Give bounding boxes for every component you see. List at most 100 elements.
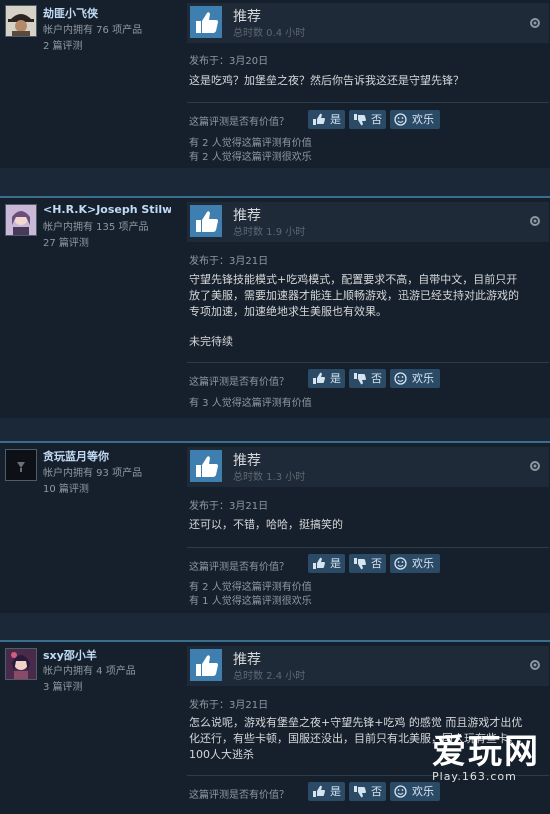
product-count[interactable]: 帐户内拥有 135 项产品 [43,218,148,233]
gear-icon[interactable] [528,458,542,472]
gear-icon[interactable] [528,213,542,227]
funny-button[interactable]: 欢乐 [390,110,440,129]
no-button[interactable]: 否 [349,369,386,388]
thumbs-down-icon [354,373,366,385]
no-label: 否 [371,785,382,798]
review-line: 未完待续 [189,335,233,348]
thumbs-up-icon [190,649,222,681]
helpful-question: 这篇评测是否有价值？ [189,790,289,801]
yes-label: 是 [330,372,341,385]
posted-date: 发布于：3月20日 [189,56,269,67]
review-line: 这是吃鸡？加堡垒之夜？然后你告诉我这还是守望先锋？ [189,74,464,87]
helpful-question: 这篇评测是否有价值？ [189,117,289,128]
product-count[interactable]: 帐户内拥有 76 项产品 [43,21,142,36]
helpful-question: 这篇评测是否有价值？ [189,377,289,388]
divider [187,362,549,363]
gear-icon[interactable] [528,657,542,671]
yes-label: 是 [330,557,341,570]
thumbs-up-icon [190,450,222,482]
review-line: 专项加速，加速绝地求生美服也有效果。 [189,305,387,318]
divider [0,441,550,443]
vote-line: 有 1 人觉得这篇评测很欢乐 [189,596,312,607]
funny-button[interactable]: 欢乐 [390,554,440,573]
playtime: 总时数 2.4 小时 [233,671,306,682]
funny-button[interactable]: 欢乐 [390,369,440,388]
no-label: 否 [371,372,382,385]
no-label: 否 [371,557,382,570]
recommendation-header[interactable]: 推荐 总时数 1.9 小时 [187,202,549,242]
funny-label: 欢乐 [412,557,434,570]
yes-button[interactable]: 是 [308,110,345,129]
yes-button[interactable]: 是 [308,554,345,573]
posted-date: 发布于：3月21日 [189,700,269,711]
posted-date: 发布于：3月21日 [189,501,269,512]
review-card: <H.R.K>Joseph Stilw... 帐户内拥有 135 项产品 27 … [0,196,550,418]
smiley-icon [394,113,407,126]
product-count[interactable]: 帐户内拥有 4 项产品 [43,662,136,677]
recommendation-header[interactable]: 推荐 总时数 0.4 小时 [187,3,549,43]
no-button[interactable]: 否 [349,110,386,129]
review-count[interactable]: 27 篇评测 [43,234,89,249]
vote-summary: 有 2 人觉得这篇评测有价值 有 2 人觉得这篇评测很欢乐 [189,137,312,165]
review-count[interactable]: 10 篇评测 [43,480,89,495]
no-button[interactable]: 否 [349,554,386,573]
username[interactable]: 劫匪小飞侠 [43,5,171,21]
review-text: 这是吃鸡？加堡垒之夜？然后你告诉我这还是守望先锋？ [189,73,545,89]
yes-label: 是 [330,785,341,798]
vote-summary: 有 2 人觉得这篇评测有价值 有 1 人觉得这篇评测很欢乐 [189,581,312,609]
review-line: 放了美服，需要加速器才能连上顺畅游戏，迅游已经支持对此游戏的 [189,289,519,302]
divider [187,102,549,103]
helpful-question: 这篇评测是否有价值？ [189,562,289,573]
recommendation-header[interactable]: 推荐 总时数 1.3 小时 [187,447,549,487]
avatar[interactable] [5,648,37,680]
thumbs-up-icon [190,205,222,237]
review-text: 守望先锋技能模式+吃鸡模式，配置要求不高，自带中文，目前只开 放了美服，需要加速… [189,272,545,350]
yes-button[interactable]: 是 [308,782,345,801]
playtime: 总时数 1.3 小时 [233,472,306,483]
thumbs-down-icon [354,786,366,798]
smiley-icon [394,557,407,570]
review-text: 还可以，不错，哈哈，挺搞笑的 [189,517,545,533]
smiley-icon [394,785,407,798]
funny-label: 欢乐 [412,372,434,385]
gear-icon[interactable] [528,15,542,29]
no-button[interactable]: 否 [349,782,386,801]
thumbs-down-icon [354,558,366,570]
recommended-label: 推荐 [233,208,261,224]
vote-line: 有 2 人觉得这篇评测很欢乐 [189,152,312,163]
avatar[interactable] [5,5,37,37]
thumbs-up-icon [313,372,325,384]
vote-line: 有 2 人觉得这篇评测有价值 [189,582,312,593]
username[interactable]: <H.R.K>Joseph Stilw... [43,203,171,216]
yes-label: 是 [330,113,341,126]
vote-line: 有 2 人觉得这篇评测有价值 [189,138,312,149]
review-line: 还可以，不错，哈哈，挺搞笑的 [189,518,343,531]
watermark-logo: 爱玩网 [432,732,540,772]
avatar[interactable] [5,449,37,481]
vote-summary: 有 3 人觉得这篇评测有价值 [189,397,312,411]
review-card: 贪玩蓝月等你 帐户内拥有 93 项产品 10 篇评测 推荐 总时数 1.3 小时… [0,441,550,613]
username[interactable]: 贪玩蓝月等你 [43,448,171,464]
vote-line: 有 3 人觉得这篇评测有价值 [189,398,312,409]
recommended-label: 推荐 [233,652,261,668]
funny-button[interactable]: 欢乐 [390,782,440,801]
watermark-url: Play.163.com [432,770,517,783]
thumbs-up-icon [190,6,222,38]
playtime: 总时数 0.4 小时 [233,28,306,39]
divider [0,196,550,198]
recommendation-header[interactable]: 推荐 总时数 2.4 小时 [187,646,549,686]
posted-date: 发布于：3月21日 [189,256,269,267]
review-count[interactable]: 3 篇评测 [43,678,83,693]
no-label: 否 [371,113,382,126]
username[interactable]: sxy邵小羊 [43,647,171,663]
yes-button[interactable]: 是 [308,369,345,388]
thumbs-up-icon [313,785,325,797]
avatar[interactable] [5,204,37,236]
review-count[interactable]: 2 篇评测 [43,37,83,52]
smiley-icon [394,372,407,385]
thumbs-down-icon [354,114,366,126]
funny-label: 欢乐 [412,113,434,126]
product-count[interactable]: 帐户内拥有 93 项产品 [43,464,142,479]
review-card: 劫匪小飞侠 帐户内拥有 76 项产品 2 篇评测 推荐 总时数 0.4 小时 发… [0,0,550,168]
